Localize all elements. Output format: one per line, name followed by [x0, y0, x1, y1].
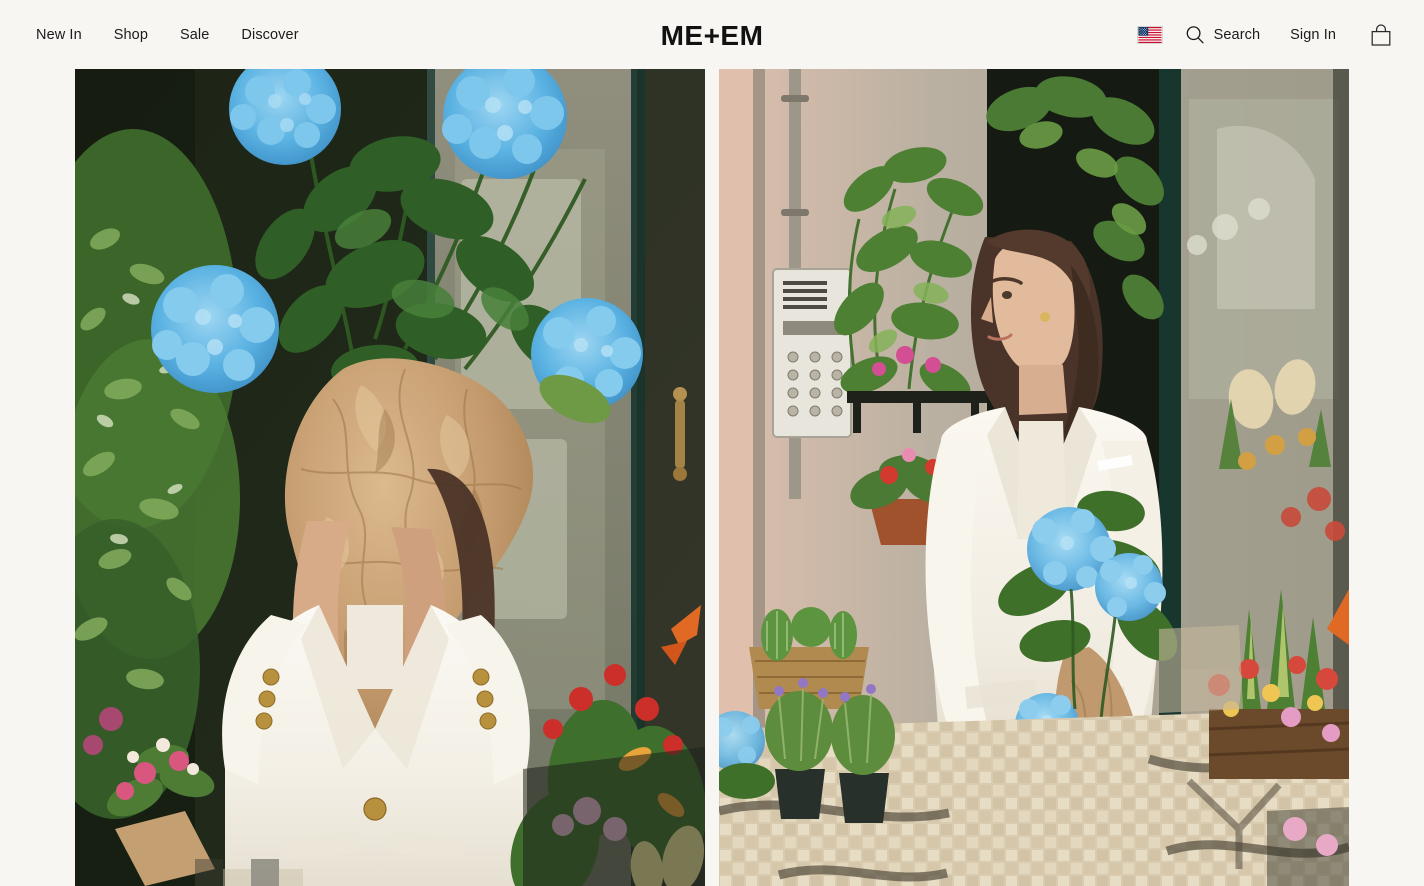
sign-in-link[interactable]: Sign In — [1290, 26, 1336, 45]
hero-image-left[interactable] — [75, 69, 705, 886]
search-button[interactable]: Search — [1185, 25, 1261, 45]
intercom-panel — [772, 268, 852, 438]
us-flag-icon[interactable] — [1136, 26, 1163, 44]
site-header: New In Shop Sale Discover ME+EM Search S… — [0, 0, 1424, 69]
hero-image-grid — [75, 69, 1350, 886]
front-button — [363, 797, 387, 821]
shopping-bag-button[interactable] — [1370, 23, 1392, 48]
shopping-bag-icon — [1371, 23, 1391, 46]
hero-right-artwork — [719, 69, 1349, 886]
white-blazer — [222, 605, 530, 886]
hero-image-right[interactable] — [719, 69, 1349, 886]
header-actions: Search Sign In — [1136, 20, 1392, 50]
search-icon — [1186, 26, 1204, 44]
hero-left-artwork — [75, 69, 705, 886]
hydrangea-cluster-left — [151, 265, 279, 393]
search-label: Search — [1213, 26, 1261, 43]
